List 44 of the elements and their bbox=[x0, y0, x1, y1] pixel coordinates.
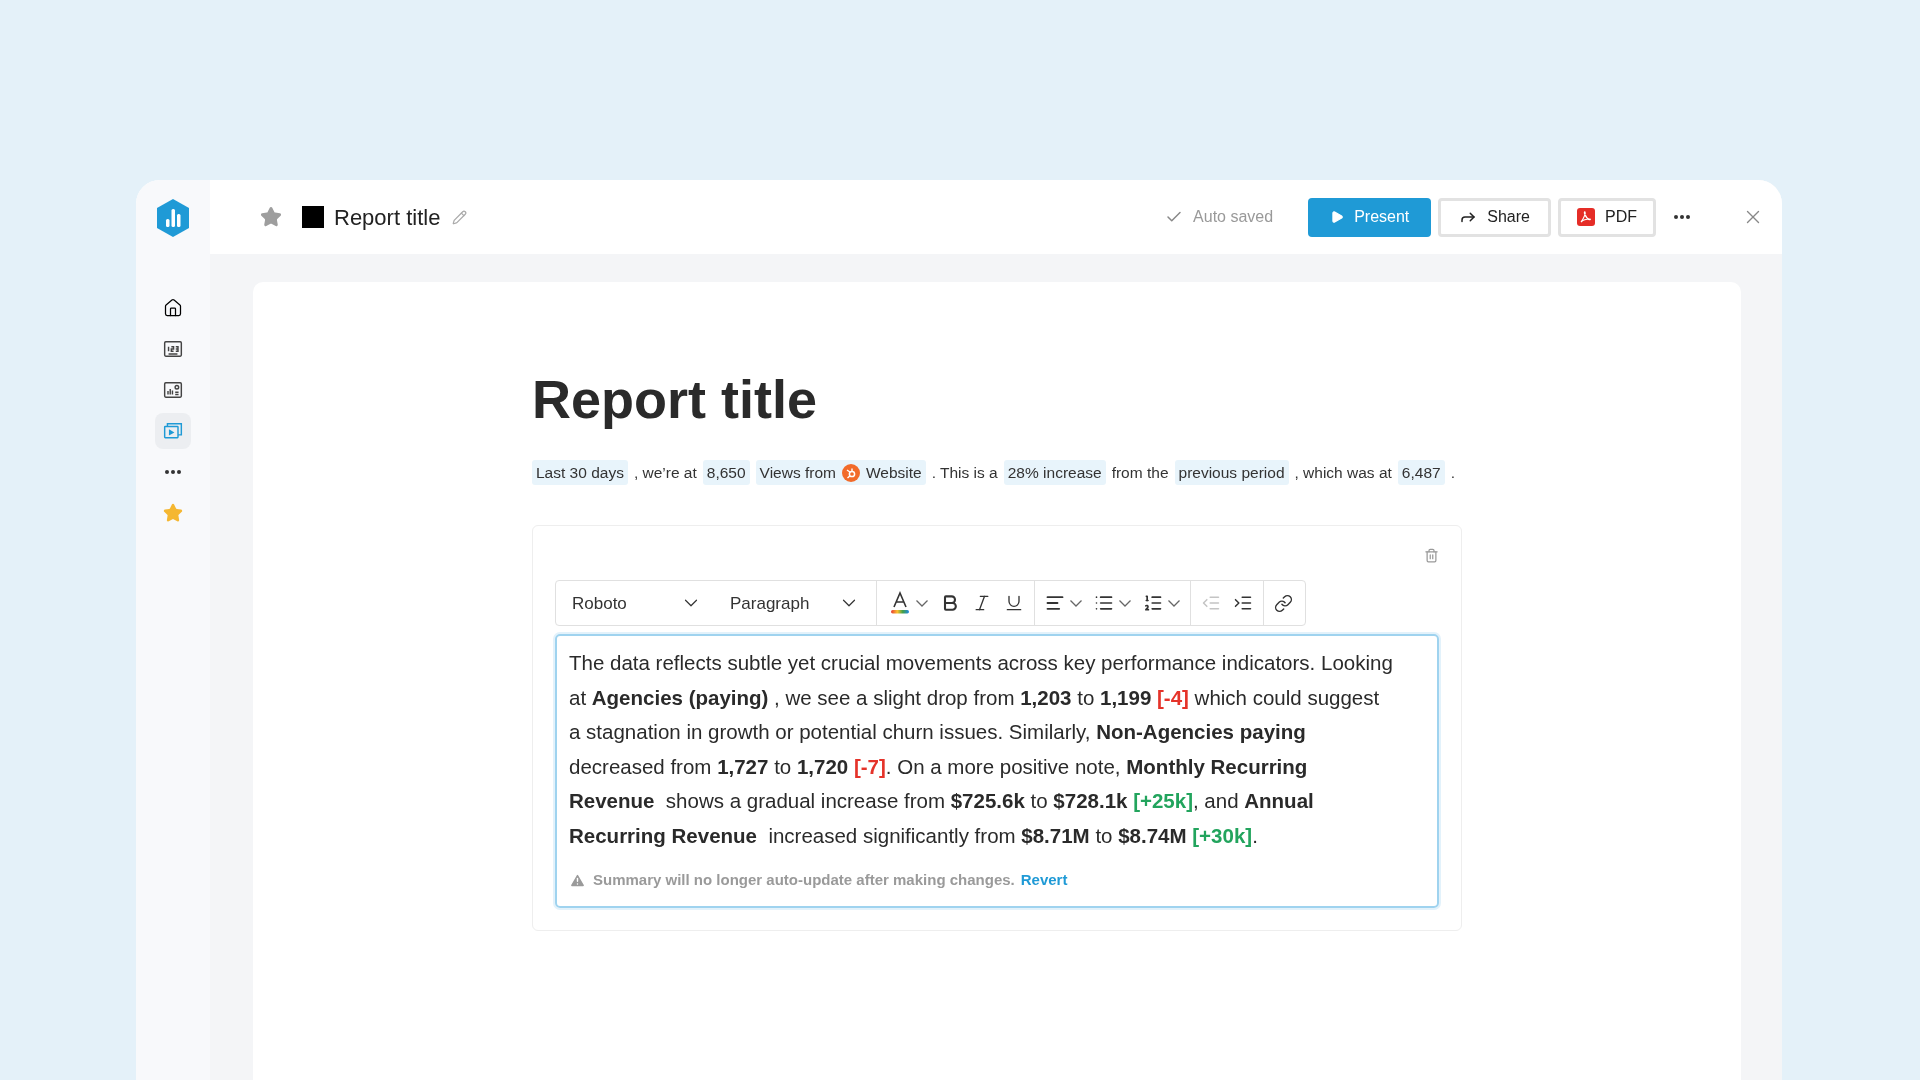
summary-text: . bbox=[1450, 463, 1455, 483]
report-icon bbox=[302, 206, 324, 228]
pdf-button[interactable]: PDF bbox=[1558, 197, 1656, 237]
numbered-list-icon bbox=[1143, 593, 1163, 614]
pdf-icon bbox=[1577, 208, 1595, 226]
summary-text: , which was at bbox=[1294, 463, 1392, 483]
metric-chip[interactable]: 8,650 bbox=[702, 460, 750, 486]
chevron-down-icon bbox=[916, 599, 928, 607]
share-button[interactable]: Share bbox=[1438, 197, 1551, 237]
summary-text: from the bbox=[1111, 463, 1169, 483]
source-logo-icon bbox=[841, 463, 860, 482]
text-editor[interactable] bbox=[555, 634, 1439, 908]
summary-paragraph: The data reflects subtle yet crucial movements across key performance indicators. Looking at Agencies (paying) , we see a slight drop from 1,203 to 1,199 [-4] which could suggest a stagnation in growth or potential churn issues. Similarly, Non-Agencies paying decreased from 1,727 to 1,720 [-7]. On a more positive note, Monthly Recurring Revenue shows a gradual increase from $725.6k to $728.1k [+25k], and Annual Recurring Revenue increased significantly from $8.71M to $8.74M [+30k]. bbox=[569, 650, 1394, 849]
app-logo[interactable] bbox=[155, 198, 191, 238]
metric-name: Views from bbox=[759, 463, 836, 483]
star-icon bbox=[163, 503, 183, 523]
chevron-down-icon bbox=[1119, 599, 1131, 607]
delete-icon[interactable] bbox=[1424, 548, 1439, 564]
source-name: Website bbox=[865, 463, 922, 483]
chart-card-icon bbox=[163, 380, 183, 400]
chevron-down-icon bbox=[1070, 599, 1082, 607]
source-chip[interactable]: Views from Website bbox=[755, 460, 926, 486]
warning-icon bbox=[569, 872, 586, 889]
save-status: Auto saved bbox=[1193, 207, 1274, 227]
auto-update-notice: Summary will no longer auto-update after making changes. bbox=[593, 870, 1015, 891]
metric-chip[interactable]: 6,487 bbox=[1397, 460, 1445, 486]
home-icon bbox=[163, 298, 183, 318]
text-color-icon bbox=[889, 591, 911, 616]
block-style-select[interactable]: Paragraph bbox=[720, 590, 870, 616]
more-icon bbox=[165, 470, 181, 474]
font-select[interactable]: Roboto bbox=[562, 590, 712, 616]
summary-text: , we’re at bbox=[633, 463, 697, 483]
metric-chip[interactable]: previous period bbox=[1174, 460, 1289, 486]
presentation-icon bbox=[163, 421, 183, 441]
metric-chip[interactable]: Last 30 days bbox=[532, 460, 628, 486]
metric-chip[interactable]: 28% increase bbox=[1003, 460, 1106, 486]
more-icon[interactable] bbox=[1674, 215, 1690, 219]
summary-text: . This is a bbox=[931, 463, 998, 483]
chevron-down-icon bbox=[1168, 599, 1180, 607]
number-card-icon bbox=[163, 339, 183, 359]
link-icon bbox=[1274, 593, 1293, 613]
favorite-star-icon[interactable] bbox=[260, 206, 282, 228]
report-title: Report title bbox=[334, 203, 441, 232]
play-icon bbox=[1330, 209, 1345, 225]
